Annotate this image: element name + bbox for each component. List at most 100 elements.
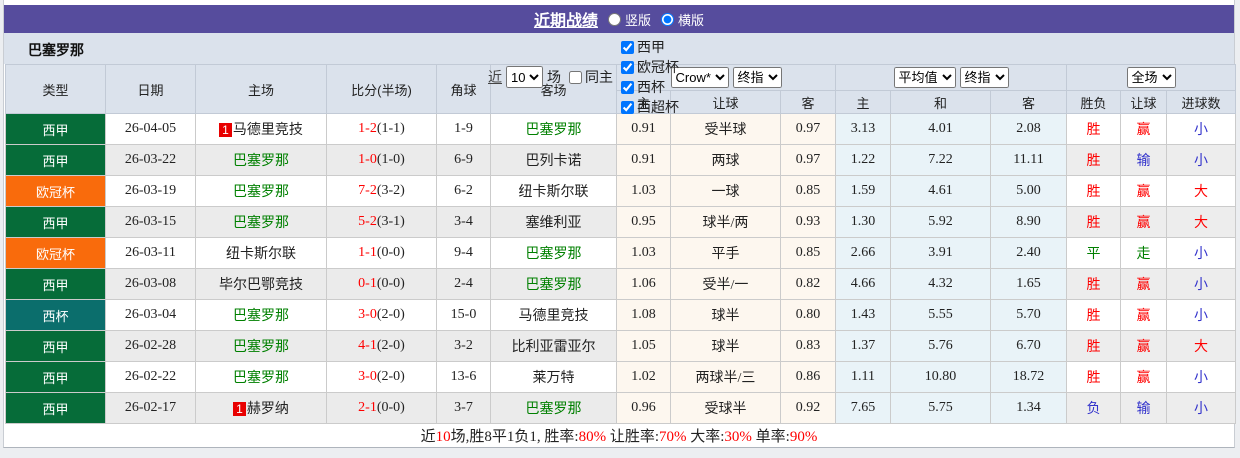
league-label: 西甲 — [637, 39, 665, 55]
corner-cell: 3-4 — [436, 206, 491, 238]
scope-select[interactable]: 全场 — [1126, 67, 1176, 88]
league-cell: 西甲 — [5, 361, 106, 393]
handicap-result-cell: 走 — [1120, 237, 1168, 269]
date-cell: 26-02-28 — [105, 330, 196, 362]
wdl-result-cell: 负 — [1066, 392, 1122, 424]
handicap-result-cell: 赢 — [1120, 175, 1168, 207]
col-header-handicap: 让球 — [670, 90, 781, 114]
average-stage-select[interactable]: 终指 — [959, 67, 1009, 88]
rank-badge: 1 — [219, 123, 232, 137]
goals-result-cell: 小 — [1166, 268, 1237, 300]
results-tbody: 西甲 26-04-05 1 马德里竞技 1-2(1-1) 1-9 巴塞罗那 0.91 受半球 0.… — [5, 113, 1237, 424]
vertical-layout-radio[interactable] — [607, 12, 621, 26]
wdl-result-cell: 胜 — [1066, 113, 1122, 145]
bookmaker-select[interactable]: Crow* — [670, 67, 729, 88]
average-group-header: 平均值 终指 — [835, 64, 1068, 91]
avg-away-cell: 11.11 — [990, 144, 1068, 176]
results-table: 类型 日期 主场 比分(半场) 角球 客场 Crow* 终指 平均值 终指 全场 主… — [5, 64, 1237, 424]
recent-link[interactable]: 近 — [488, 67, 502, 87]
same-home-checkbox[interactable] — [569, 70, 582, 84]
avg-away-cell: 1.34 — [990, 392, 1068, 424]
avg-home-cell: 1.30 — [835, 206, 892, 238]
score-cell: 0-1(0-0) — [326, 268, 437, 300]
wdl-result-cell: 胜 — [1066, 268, 1122, 300]
date-cell: 26-03-11 — [105, 237, 196, 269]
league-cell: 欧冠杯 — [5, 237, 106, 269]
league-checkbox[interactable] — [621, 40, 634, 54]
handicap-cell: 一球 — [670, 175, 781, 207]
goals-result-cell: 小 — [1166, 113, 1237, 145]
avg-home-cell: 3.13 — [835, 113, 892, 145]
avg-away-cell: 6.70 — [990, 330, 1068, 362]
away-team-cell: 巴塞罗那 — [490, 113, 617, 145]
average-select[interactable]: 平均值 — [893, 67, 956, 88]
away-team-cell: 马德里竞技 — [490, 299, 617, 331]
avg-home-cell: 1.22 — [835, 144, 892, 176]
home-team-cell: 巴塞罗那 — [195, 175, 327, 207]
league-checkbox[interactable] — [621, 60, 634, 74]
games-count-select[interactable]: 10 — [506, 66, 543, 88]
wdl-result-cell: 胜 — [1066, 330, 1122, 362]
goals-result-cell: 大 — [1166, 206, 1237, 238]
score-cell: 1-2(1-1) — [326, 113, 437, 145]
games-label: 场 — [547, 69, 561, 85]
table-row: 欧冠杯 26-03-19 巴塞罗那 7-2(3-2) 6-2 纽卡斯尔联 1.03 一球 0.8… — [5, 175, 1237, 207]
avg-draw-cell: 4.32 — [890, 268, 992, 300]
league-filter-option[interactable]: 西超杯 — [617, 97, 679, 117]
handicap-stage-select[interactable]: 终指 — [732, 67, 782, 88]
handicap-cell: 平手 — [670, 237, 781, 269]
score-cell: 3-0(2-0) — [326, 299, 437, 331]
filter-controls: 近 10 场 同主 西甲欧冠杯 西杯 西超杯 — [488, 37, 679, 117]
layout-vertical-option[interactable]: 竖版 — [607, 10, 651, 29]
avg-away-cell: 5.00 — [990, 175, 1068, 207]
col-header-handicap-result: 让球 — [1120, 90, 1168, 114]
same-home-label: 同主 — [585, 69, 613, 85]
handicap-home-odds-cell: 1.03 — [616, 237, 671, 269]
league-checkbox[interactable] — [621, 80, 634, 94]
goals-result-cell: 小 — [1166, 237, 1237, 269]
corner-cell: 2-4 — [436, 268, 491, 300]
avg-away-cell: 1.65 — [990, 268, 1068, 300]
league-filter-option[interactable]: 西杯 — [617, 77, 679, 97]
goals-result-cell: 小 — [1166, 299, 1237, 331]
away-team-cell: 巴塞罗那 — [490, 392, 617, 424]
handicap-cell: 球半/两 — [670, 206, 781, 238]
col-header-type: 类型 — [5, 64, 106, 114]
date-cell: 26-02-17 — [105, 392, 196, 424]
date-cell: 26-03-22 — [105, 144, 196, 176]
summary-text: 近10场,胜8平1负1, 胜率:80% 让胜率:70% 大率:30% 单率:90… — [420, 429, 818, 445]
avg-draw-cell: 4.01 — [890, 113, 992, 145]
same-home-option[interactable]: 同主 — [565, 67, 613, 87]
home-team-cell: 巴塞罗那 — [195, 144, 327, 176]
home-team-cell: 1 马德里竞技 — [195, 113, 327, 145]
league-cell: 西甲 — [5, 113, 106, 145]
league-cell: 西甲 — [5, 330, 106, 362]
away-team-cell: 莱万特 — [490, 361, 617, 393]
handicap-result-cell: 输 — [1120, 392, 1168, 424]
wdl-result-cell: 胜 — [1066, 361, 1122, 393]
league-filter-option[interactable]: 西甲 — [617, 37, 679, 57]
corner-cell: 6-2 — [436, 175, 491, 207]
date-cell: 26-03-08 — [105, 268, 196, 300]
away-team-cell: 巴塞罗那 — [490, 237, 617, 269]
horizontal-layout-radio[interactable] — [661, 12, 674, 26]
avg-draw-cell: 4.61 — [890, 175, 992, 207]
avg-home-cell: 7.65 — [835, 392, 892, 424]
home-team-cell: 巴塞罗那 — [195, 206, 327, 238]
col-header-date: 日期 — [105, 64, 196, 114]
layout-horizontal-option[interactable]: 横版 — [661, 10, 704, 29]
page-title[interactable]: 近期战绩 — [534, 7, 598, 31]
col-header-wdl: 胜负 — [1066, 90, 1122, 114]
corner-cell: 15-0 — [436, 299, 491, 331]
league-cell: 西甲 — [5, 206, 106, 238]
league-checkbox[interactable] — [621, 100, 634, 114]
away-team-cell: 巴塞罗那 — [490, 268, 617, 300]
handicap-cell: 球半 — [670, 299, 781, 331]
handicap-home-odds-cell: 1.08 — [616, 299, 671, 331]
handicap-cell: 球半 — [670, 330, 781, 362]
col-header-score: 比分(半场) — [326, 64, 437, 114]
league-filter-option[interactable]: 欧冠杯 — [617, 57, 679, 77]
league-cell: 欧冠杯 — [5, 175, 106, 207]
handicap-away-odds-cell: 0.93 — [779, 206, 837, 238]
avg-home-cell: 2.66 — [835, 237, 892, 269]
